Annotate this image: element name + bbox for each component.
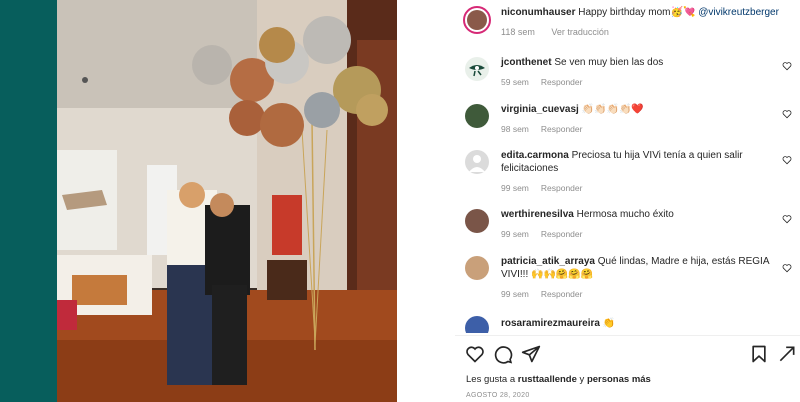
heart-icon[interactable] (465, 344, 485, 364)
divider (455, 335, 800, 336)
comment-avatar[interactable] (465, 209, 489, 233)
like-comment-heart-icon[interactable] (782, 263, 792, 273)
like-comment-heart-icon[interactable] (782, 109, 792, 119)
comment-text: 👏 (602, 318, 616, 329)
comment-time: 99 sem (501, 289, 529, 299)
comment-time: 99 sem (501, 183, 529, 193)
post-date[interactable]: AGOSTO 28, 2020 (466, 392, 530, 399)
comment-username[interactable]: patricia_atik_arraya (501, 256, 595, 267)
comment-item: jconthenet Se ven muy bien las dos 59 se… (465, 56, 796, 89)
reply-button[interactable]: Responder (541, 124, 583, 134)
post-header: niconumhauser Happy birthday mom🥳💘 @vivi… (463, 6, 790, 39)
comment-time: 99 sem (501, 229, 529, 239)
caption: niconumhauser Happy birthday mom🥳💘 @vivi… (501, 6, 779, 39)
bookmark-icon[interactable] (749, 344, 769, 364)
reply-button[interactable]: Responder (541, 77, 583, 87)
likes-user-link[interactable]: rusttaallende (518, 374, 577, 385)
comment-username[interactable]: edita.carmona (501, 150, 569, 161)
reply-button[interactable]: Responder (541, 183, 583, 193)
likes-middle: y (579, 374, 585, 385)
post-photo-image (57, 0, 397, 402)
comment-text: Hermosa mucho éxito (576, 209, 674, 220)
more-icon[interactable] (777, 344, 797, 364)
eye-of-horus-icon (469, 65, 485, 77)
comment-text: Se ven muy bien las dos (554, 57, 664, 68)
likes-summary: Les gusta a rusttaallende y personas más (466, 374, 651, 385)
comment-item: patricia_atik_arraya Qué lindas, Madre e… (465, 255, 796, 301)
translate-link[interactable]: Ver traducción (551, 27, 609, 37)
like-comment-heart-icon[interactable] (782, 61, 792, 71)
comments-panel: niconumhauser Happy birthday mom🥳💘 @vivi… (455, 0, 800, 402)
caption-mention[interactable]: @vivikreutzberger (698, 7, 779, 18)
comment-item: edita.carmona Preciosa tu hija VIVi tení… (465, 149, 796, 195)
modal-backdrop[interactable] (0, 0, 57, 402)
comment-item: virginia_cuevasj 👏🏻👏🏻👏🏻👏🏻❤️ 98 sem Respon… (465, 103, 796, 136)
like-comment-heart-icon[interactable] (782, 155, 792, 165)
post-photo[interactable] (57, 0, 397, 402)
author-username[interactable]: niconumhauser (501, 7, 575, 18)
comment-avatar[interactable] (465, 104, 489, 128)
comment-username[interactable]: virginia_cuevasj (501, 104, 579, 115)
comment-username[interactable]: jconthenet (501, 57, 552, 68)
comment-text: 👏🏻👏🏻👏🏻👏🏻❤️ (581, 104, 644, 115)
reply-button[interactable]: Responder (541, 229, 583, 239)
comment-username[interactable]: werthirenesilva (501, 209, 574, 220)
comment-avatar[interactable] (465, 150, 489, 174)
like-comment-heart-icon[interactable] (782, 214, 792, 224)
comment-username[interactable]: rosaramirezmaureira (501, 318, 600, 329)
caption-text: Happy birthday mom🥳💘 (578, 7, 696, 18)
caption-meta: 118 sem Ver traducción (501, 26, 779, 39)
author-avatar[interactable] (463, 6, 491, 34)
comment-avatar[interactable] (465, 57, 489, 81)
share-icon[interactable] (521, 344, 541, 364)
gap-panel (397, 0, 455, 402)
comment-icon[interactable] (493, 344, 513, 364)
comment-avatar[interactable] (465, 256, 489, 280)
comment-item: rosaramirezmaureira 👏 (465, 315, 796, 333)
post-actions (465, 344, 795, 366)
likes-others-link[interactable]: personas más (587, 374, 651, 385)
comment-time: 98 sem (501, 124, 529, 134)
reply-button[interactable]: Responder (541, 289, 583, 299)
comment-time: 59 sem (501, 77, 529, 87)
likes-prefix: Les gusta a (466, 374, 516, 385)
default-avatar-icon (469, 155, 485, 172)
comment-avatar[interactable] (465, 316, 489, 333)
comment-item: werthirenesilva Hermosa mucho éxito 99 s… (465, 208, 796, 241)
caption-time: 118 sem (501, 27, 535, 37)
